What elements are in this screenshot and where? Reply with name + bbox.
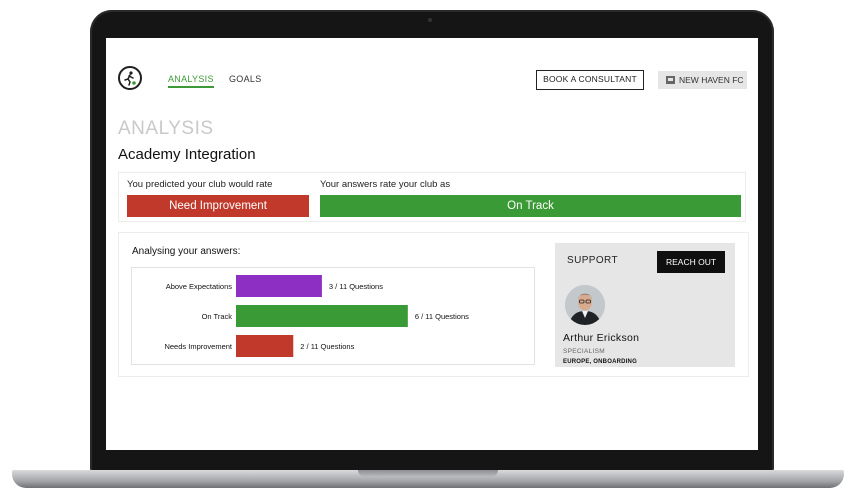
chart-bar — [236, 275, 322, 297]
laptop-notch — [358, 470, 498, 477]
chart-value-label: 2 / 11 Questions — [300, 342, 354, 351]
reach-out-button[interactable]: REACH OUT — [657, 251, 725, 273]
page-title: Academy Integration — [118, 146, 256, 163]
tab-goals[interactable]: GOALS — [229, 74, 262, 84]
club-name: NEW HAVEN FC — [679, 75, 744, 85]
answers-chart-svg: Above Expectations 3 / 11 Questions On Tra… — [164, 275, 469, 357]
app-screen: ANALYSIS GOALS BOOK A CONSULTANT NEW HAV… — [106, 38, 758, 450]
consultant-name: Arthur Erickson — [563, 332, 640, 344]
club-badge-icon — [666, 76, 675, 84]
rating-card: You predicted your club would rate Your … — [118, 172, 746, 222]
answers-rating-bar: On Track — [320, 195, 741, 217]
answers-label: Your answers rate your club as — [320, 179, 451, 190]
book-consultant-button[interactable]: BOOK A CONSULTANT — [536, 70, 644, 90]
predicted-label: You predicted your club would rate — [127, 179, 273, 190]
club-logo-icon[interactable] — [118, 66, 142, 90]
club-selector[interactable]: NEW HAVEN FC — [658, 71, 747, 89]
chart-category-label: On Track — [202, 312, 233, 321]
page-heading: ANALYSIS — [118, 118, 214, 139]
chart-bar — [236, 305, 408, 327]
webcam — [428, 18, 432, 22]
specialism-label: SPECIALISM — [563, 348, 606, 355]
answers-chart: Above Expectations 3 / 11 Questions On Tra… — [131, 267, 535, 365]
chart-category-label: Needs Improvement — [164, 342, 232, 351]
analysis-title: Analysing your answers: — [132, 246, 241, 257]
avatar — [565, 285, 605, 325]
specialism-value: EUROPE, ONBOARDING — [563, 359, 637, 365]
chart-value-label: 3 / 11 Questions — [329, 282, 383, 291]
support-title: SUPPORT — [567, 255, 618, 266]
chart-category-label: Above Expectations — [166, 282, 233, 291]
chart-bar — [236, 335, 294, 357]
support-panel: SUPPORT REACH OUT Arthur Erickson SPECIA… — [555, 243, 735, 367]
chart-value-label: 6 / 11 Questions — [415, 312, 469, 321]
analysis-card: Analysing your answers: Above Expectatio… — [118, 232, 749, 377]
predicted-rating-bar: Need Improvement — [127, 195, 309, 217]
tab-analysis[interactable]: ANALYSIS — [168, 74, 214, 88]
